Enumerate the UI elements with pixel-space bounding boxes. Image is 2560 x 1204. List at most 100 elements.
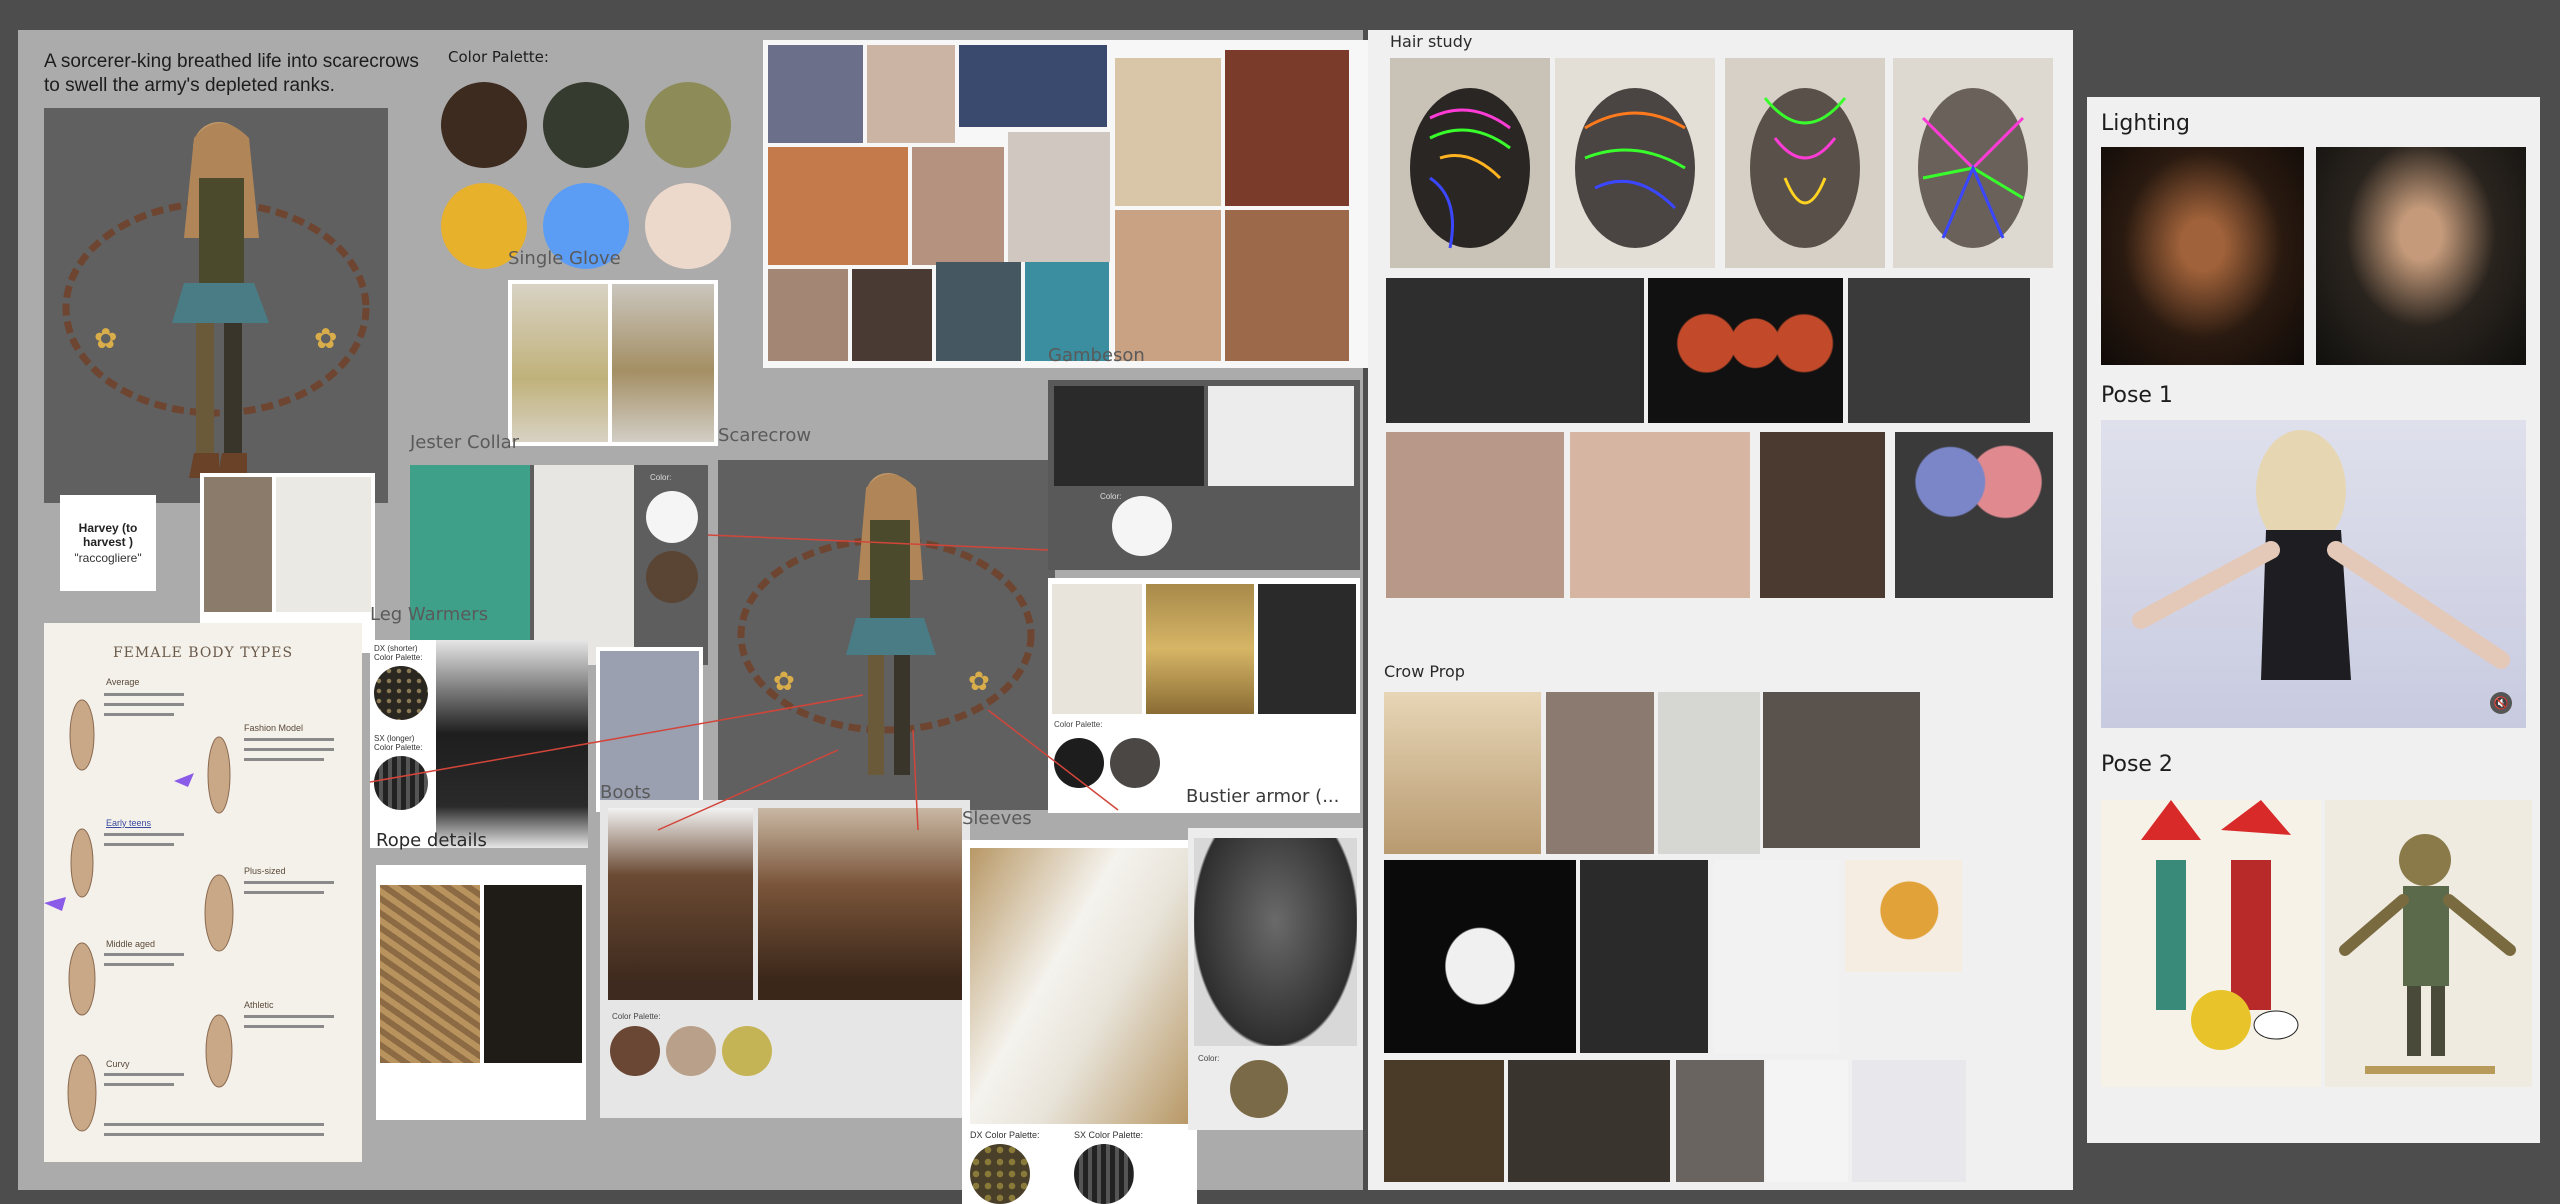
hair-ponytail-render[interactable] <box>1848 278 2030 423</box>
crow-black-photo[interactable] <box>1580 860 1708 1053</box>
face-references-collage[interactable] <box>763 40 1368 368</box>
single-glove-card[interactable] <box>508 280 718 446</box>
hair-color-render[interactable] <box>1895 432 2053 598</box>
pose-1-photo[interactable]: 🔇 <box>2101 420 2526 728</box>
jester-collar-photo-1[interactable] <box>410 465 530 665</box>
buzzcut-photo-2[interactable] <box>1570 432 1750 598</box>
face-ref-8[interactable] <box>1008 132 1110 262</box>
face-ref-2[interactable] <box>867 45 955 143</box>
hair-study-photo-2[interactable] <box>1555 58 1715 268</box>
face-ref-6[interactable] <box>768 147 908 265</box>
crow-wing-photo[interactable] <box>1676 1060 1764 1182</box>
face-ref-10[interactable] <box>852 269 932 361</box>
boots-swatch-gold[interactable] <box>722 1026 772 1076</box>
face-ref-14[interactable] <box>1225 210 1349 361</box>
jester-swatch-white[interactable] <box>646 491 698 543</box>
scarecrow-figure: ✿ ✿ <box>737 473 1035 775</box>
hair-bun-render-1[interactable] <box>1386 278 1644 423</box>
swatch-dark-olive[interactable] <box>543 82 629 168</box>
gambeson-photo-2[interactable] <box>1208 386 1354 486</box>
boots-swatch-tan[interactable] <box>666 1026 716 1076</box>
swatch-cream[interactable] <box>645 183 731 269</box>
sleeves-photo[interactable] <box>970 848 1189 1124</box>
hair-bun-render-2[interactable] <box>1648 278 1843 423</box>
face-ref-4[interactable] <box>1115 58 1221 206</box>
rope-photo-1[interactable] <box>380 885 480 1063</box>
scarecrow-label: Scarecrow <box>718 425 812 446</box>
crow-feather-photo-2[interactable] <box>1852 1060 1966 1182</box>
rope-photo-2[interactable] <box>484 885 582 1063</box>
corset-photo[interactable] <box>1194 838 1357 1046</box>
crow-white-sculpture[interactable] <box>1384 860 1576 1053</box>
leg-swatch-dots[interactable] <box>374 666 428 720</box>
moodboard-right[interactable]: Lighting Pose 1 🔇 Pose 2 <box>2087 97 2540 1143</box>
boots-photo-1[interactable] <box>608 808 753 1000</box>
corset-color-label: Color: <box>1198 1054 1220 1063</box>
jester-swatch-brown[interactable] <box>646 551 698 603</box>
leg-warmers-card[interactable]: DX (shorter) Color Palette: SX (longer) … <box>370 640 588 848</box>
sleeves-swatch-stripe[interactable] <box>1074 1144 1134 1204</box>
bustier-photo-3[interactable] <box>1258 584 1356 714</box>
leg-swatch-stripe[interactable] <box>374 756 428 810</box>
corset-swatch-olive-brown[interactable] <box>1230 1060 1288 1118</box>
rope-details-card[interactable] <box>376 865 586 1120</box>
bustier-palette-label: Color Palette: <box>1054 720 1103 729</box>
glove-photo-1[interactable] <box>512 284 608 442</box>
gambeson-photo-1[interactable] <box>1054 386 1204 486</box>
boots-card[interactable]: Color Palette: <box>600 800 970 1118</box>
lighting-portrait-2[interactable] <box>2316 147 2526 365</box>
moodboard-middle[interactable]: Hair study Crow Prop <box>1368 30 2073 1190</box>
hair-study-photo-1[interactable] <box>1390 58 1550 268</box>
pose-1-mute-icon[interactable]: 🔇 <box>2490 692 2512 714</box>
boots-photo-2[interactable] <box>758 808 962 1000</box>
lighting-portrait-1[interactable] <box>2101 147 2304 365</box>
pose-2-scarecrow-art[interactable] <box>2325 800 2532 1087</box>
crow-talon-photo[interactable] <box>1384 1060 1504 1182</box>
crow-photo-3[interactable] <box>1658 692 1760 854</box>
corset-card[interactable]: Color: <box>1188 828 1363 1130</box>
hair-study-photo-3[interactable] <box>1725 58 1885 268</box>
sleeves-card[interactable]: DX Color Palette: SX Color Palette: <box>962 840 1197 1204</box>
jester-collar-photo-2[interactable] <box>534 465 634 665</box>
swatch-olive[interactable] <box>645 82 731 168</box>
bustier-swatch-black[interactable] <box>1054 738 1104 788</box>
gambeson-card[interactable]: Color: <box>1048 380 1360 570</box>
sleeves-swatch-olive-pattern[interactable] <box>970 1144 1030 1204</box>
bustier-armor-card[interactable]: Color Palette: <box>1048 578 1360 813</box>
pose-2-comic[interactable] <box>2101 800 2321 1087</box>
face-ref-7[interactable] <box>912 147 1004 265</box>
glove-photo-2[interactable] <box>612 284 714 442</box>
jester-collar-card[interactable]: Color: <box>410 465 708 665</box>
crow-feather-photo-1[interactable] <box>1766 1060 1848 1182</box>
bustier-swatch-dark-grey[interactable] <box>1110 738 1160 788</box>
braid-sketch[interactable] <box>276 477 371 612</box>
leg-warmers-photo[interactable] <box>436 640 588 848</box>
body-types-document[interactable]: FEMALE BODY TYPES Average Fashion Model … <box>44 623 362 1162</box>
face-ref-3[interactable] <box>959 45 1107 127</box>
long-hair-photo[interactable] <box>1760 432 1885 598</box>
face-ref-13[interactable] <box>1115 210 1221 361</box>
scarecrow-card[interactable]: ✿ ✿ <box>718 460 1055 810</box>
buzzcut-photo-1[interactable] <box>1386 432 1564 598</box>
boots-swatch-brown[interactable] <box>610 1026 660 1076</box>
character-illustration[interactable]: ✿ ✿ <box>44 108 388 503</box>
moodboard-left[interactable]: A sorcerer-king breathed life into scare… <box>18 30 1368 1204</box>
face-ref-5[interactable] <box>1225 50 1349 206</box>
gambeson-swatch-white[interactable] <box>1112 496 1172 556</box>
crow-photo-4[interactable] <box>1763 692 1920 848</box>
crow-claw-photo[interactable] <box>1508 1060 1670 1182</box>
hair-study-photo-4[interactable] <box>1893 58 2053 268</box>
crow-photo-2[interactable] <box>1546 692 1654 854</box>
braid-photo[interactable] <box>204 477 272 612</box>
body-type-early-teens: Early teens <box>106 818 152 828</box>
face-ref-11[interactable] <box>936 262 1021 361</box>
bustier-photo-1[interactable] <box>1052 584 1142 714</box>
crow-illustration[interactable] <box>1845 860 1962 972</box>
crow-photo-1[interactable] <box>1384 692 1541 854</box>
crow-foot-photo[interactable] <box>1714 860 1839 1053</box>
swatch-dark-brown[interactable] <box>441 82 527 168</box>
face-ref-1[interactable] <box>768 45 863 143</box>
name-card[interactable]: Harvey (to harvest ) "raccogliere" <box>60 495 156 591</box>
face-ref-9[interactable] <box>768 269 848 361</box>
bustier-photo-2[interactable] <box>1146 584 1254 714</box>
